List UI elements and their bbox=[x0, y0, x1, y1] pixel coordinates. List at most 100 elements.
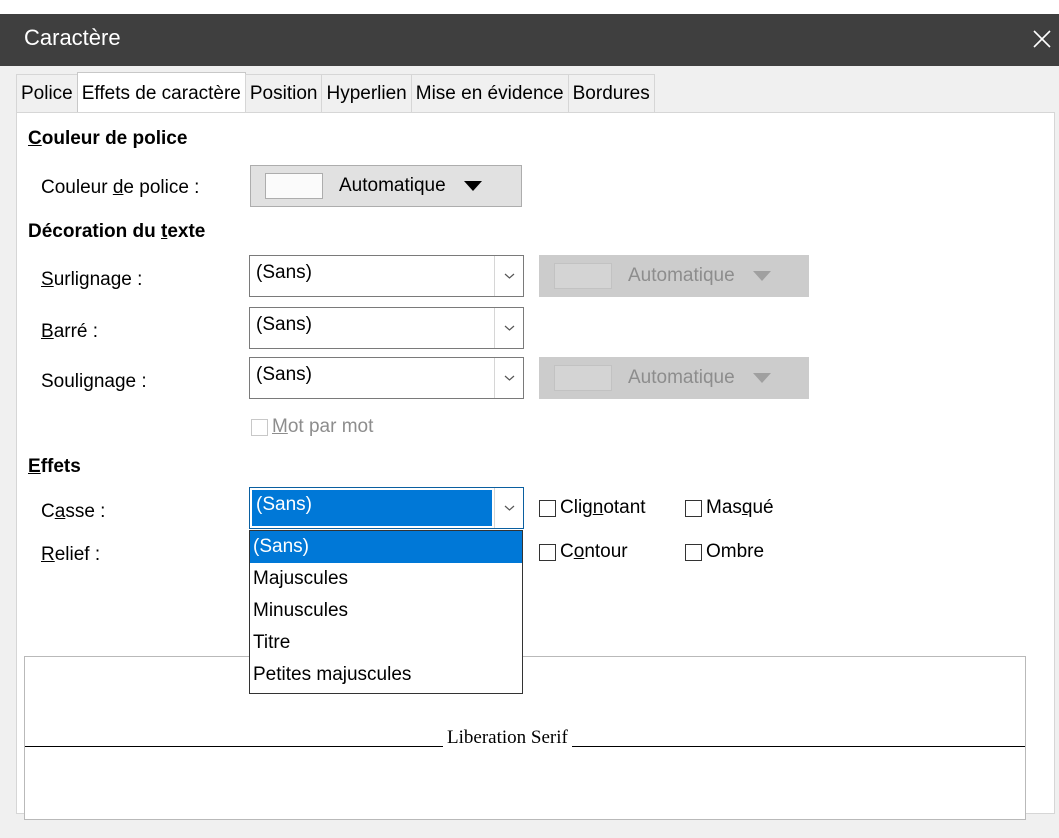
font-color-button[interactable]: Automatique bbox=[250, 165, 522, 207]
case-value: (Sans) bbox=[256, 494, 312, 515]
label-accel: n bbox=[592, 497, 604, 518]
checkbox-label: Mot par mot bbox=[272, 416, 373, 438]
label-accel: M bbox=[272, 416, 288, 437]
outline-checkbox[interactable]: Contour bbox=[539, 541, 628, 563]
case-dropdown-list[interactable]: (Sans) Majuscules Minuscules Titre Petit… bbox=[249, 530, 523, 694]
overline-label: Surlignage : bbox=[41, 269, 142, 291]
dropdown-option[interactable]: Majuscules bbox=[250, 563, 522, 595]
checkbox-box bbox=[539, 543, 556, 561]
label-part: C bbox=[41, 501, 55, 522]
case-select[interactable]: (Sans) bbox=[249, 487, 524, 529]
label-part: nage : bbox=[93, 371, 147, 392]
dropdown-option[interactable]: Minuscules bbox=[250, 595, 522, 627]
checkbox-label: Ombre bbox=[706, 541, 764, 563]
word-by-word-checkbox[interactable]: Mot par mot bbox=[251, 416, 373, 438]
chevron-down-icon bbox=[504, 505, 515, 511]
label-part: C bbox=[560, 541, 574, 562]
tab-bar: Police Effets de caractère Position Hype… bbox=[16, 72, 655, 112]
window-title: Caractère bbox=[24, 25, 121, 50]
label-part: Ombre bbox=[706, 541, 765, 562]
preview-sample-text: Liberation Serif bbox=[443, 727, 572, 749]
triangle-down-icon bbox=[463, 181, 482, 191]
label-accel: a bbox=[54, 501, 66, 522]
heading-part: ffets bbox=[40, 456, 81, 477]
heading-rest: ouleur de police bbox=[41, 128, 188, 149]
label-part: urlignage : bbox=[53, 269, 143, 290]
overline-select[interactable]: (Sans) bbox=[249, 255, 524, 297]
label-accel: q bbox=[741, 497, 753, 518]
dropdown-option[interactable]: Titre bbox=[250, 627, 522, 659]
underline-select[interactable]: (Sans) bbox=[249, 357, 524, 399]
text-decoration-heading: Décoration du texte bbox=[28, 221, 205, 243]
tab-police[interactable]: Police bbox=[16, 74, 78, 112]
font-color-heading: Couleur de police bbox=[28, 128, 187, 150]
color-swatch bbox=[554, 365, 612, 391]
label-accel: S bbox=[41, 269, 54, 290]
label-accel: R bbox=[41, 544, 55, 565]
label-part: Couleur bbox=[41, 177, 113, 198]
combo-button[interactable] bbox=[494, 358, 523, 398]
blinking-checkbox[interactable]: Clignotant bbox=[539, 497, 646, 519]
chevron-down-icon bbox=[504, 375, 515, 381]
overline-color-value: Automatique bbox=[628, 265, 735, 286]
title-bar[interactable]: Caractère bbox=[0, 14, 1059, 66]
checkbox-label: Clignotant bbox=[560, 497, 646, 519]
chevron-down-icon bbox=[504, 325, 515, 331]
label-accel: B bbox=[41, 321, 54, 342]
tab-effets-de-caractere[interactable]: Effets de caractère bbox=[76, 72, 246, 112]
underline-label: Soulignage : bbox=[41, 371, 147, 393]
heading-accel: E bbox=[28, 456, 41, 477]
font-color-label: Couleur de police : bbox=[41, 177, 199, 199]
font-color-value: Automatique bbox=[339, 175, 446, 196]
shadow-checkbox[interactable]: Ombre bbox=[685, 541, 764, 563]
label-accel: g bbox=[83, 371, 94, 392]
close-icon[interactable] bbox=[1029, 26, 1055, 52]
tab-position[interactable]: Position bbox=[244, 74, 323, 112]
dialog-body: Police Effets de caractère Position Hype… bbox=[0, 66, 1059, 838]
top-strip bbox=[0, 0, 1059, 14]
label-part: Souli bbox=[41, 371, 84, 392]
label-accel: o bbox=[573, 541, 585, 562]
triangle-down-icon bbox=[752, 271, 771, 281]
combo-button[interactable] bbox=[494, 488, 523, 528]
heading-part: Décoration du bbox=[28, 221, 162, 242]
strikethrough-select[interactable]: (Sans) bbox=[249, 307, 524, 349]
label-part: Clig bbox=[560, 497, 593, 518]
label-part: Mas bbox=[706, 497, 742, 518]
heading-accel: C bbox=[28, 128, 42, 149]
relief-label: Relief : bbox=[41, 544, 100, 566]
hidden-checkbox[interactable]: Masqué bbox=[685, 497, 774, 519]
chevron-down-icon bbox=[504, 273, 515, 279]
tab-bordures[interactable]: Bordures bbox=[567, 74, 655, 112]
label-part: ntour bbox=[584, 541, 628, 562]
label-part: elief : bbox=[54, 544, 101, 565]
checkbox-label: Contour bbox=[560, 541, 628, 563]
label-part: sse : bbox=[65, 501, 106, 522]
label-accel: d bbox=[112, 177, 124, 198]
tab-hyperlien[interactable]: Hyperlien bbox=[321, 74, 412, 112]
heading-part: exte bbox=[167, 221, 206, 242]
effects-heading: Effets bbox=[28, 456, 81, 478]
dropdown-option[interactable]: (Sans) bbox=[250, 531, 522, 563]
strikethrough-value: (Sans) bbox=[256, 314, 312, 335]
strikethrough-label: Barré : bbox=[41, 321, 98, 343]
combo-button[interactable] bbox=[494, 256, 523, 296]
label-part: ot par mot bbox=[287, 416, 374, 437]
overline-color-button[interactable]: Automatique bbox=[539, 255, 809, 297]
triangle-down-icon bbox=[752, 373, 771, 383]
label-part: ué bbox=[752, 497, 774, 518]
color-swatch bbox=[265, 173, 323, 199]
tab-mise-en-evidence[interactable]: Mise en évidence bbox=[410, 74, 569, 112]
underline-color-button[interactable]: Automatique bbox=[539, 357, 809, 399]
case-label: Casse : bbox=[41, 501, 105, 523]
dropdown-option[interactable]: Petites majuscules bbox=[250, 659, 522, 691]
overline-value: (Sans) bbox=[256, 262, 312, 283]
checkbox-box bbox=[685, 543, 702, 561]
label-part: arré : bbox=[53, 321, 99, 342]
color-swatch bbox=[554, 263, 612, 289]
checkbox-label: Masqué bbox=[706, 497, 774, 519]
checkbox-box bbox=[539, 499, 556, 517]
combo-button[interactable] bbox=[494, 308, 523, 348]
label-part: otant bbox=[603, 497, 646, 518]
label-part: e police : bbox=[123, 177, 200, 198]
